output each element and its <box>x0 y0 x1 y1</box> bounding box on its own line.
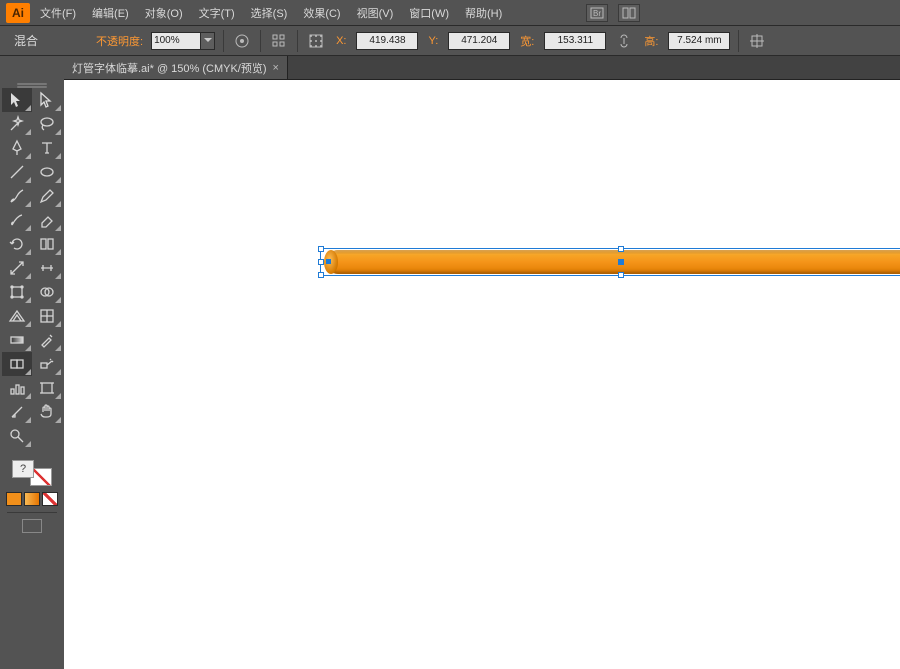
reflect-tool[interactable] <box>32 232 62 256</box>
transform-ref-icon[interactable] <box>306 31 326 51</box>
canvas-area[interactable] <box>64 80 900 669</box>
screen-mode-button[interactable] <box>22 519 42 533</box>
isolate-icon[interactable] <box>747 31 767 51</box>
menu-view[interactable]: 视图(V) <box>351 2 400 24</box>
eraser-tool[interactable] <box>32 208 62 232</box>
align-panel-icon[interactable] <box>269 31 289 51</box>
gradient-tool[interactable] <box>2 328 32 352</box>
handle-tl[interactable] <box>318 246 324 252</box>
recolor-icon[interactable] <box>232 31 252 51</box>
handle-bl[interactable] <box>318 272 324 278</box>
scale-tool[interactable] <box>2 256 32 280</box>
zoom-tool[interactable] <box>2 424 32 448</box>
menu-select[interactable]: 选择(S) <box>245 2 294 24</box>
artboard-tool[interactable] <box>32 376 62 400</box>
y-label: Y: <box>428 35 438 47</box>
menu-effect[interactable]: 效果(C) <box>297 2 346 24</box>
fill-stroke-swatches[interactable]: ? <box>10 458 54 488</box>
free-transform-tool[interactable] <box>2 280 32 304</box>
hand-tool[interactable] <box>32 400 62 424</box>
document-tab-title: 灯管字体临摹.ai* @ 150% (CMYK/预览) <box>72 60 267 76</box>
selection-tool[interactable] <box>2 88 32 112</box>
shape-builder-tool[interactable] <box>32 280 62 304</box>
opacity-input[interactable] <box>151 32 201 50</box>
menu-help[interactable]: 帮助(H) <box>459 2 508 24</box>
width-tool[interactable] <box>32 256 62 280</box>
h-input[interactable] <box>668 32 730 50</box>
menu-type[interactable]: 文字(T) <box>193 2 241 24</box>
direct-selection-tool[interactable] <box>32 88 62 112</box>
menu-edit[interactable]: 编辑(E) <box>86 2 135 24</box>
x-label: X: <box>336 35 346 47</box>
tools-panel: ? <box>0 80 64 669</box>
anchor-left[interactable] <box>326 259 331 264</box>
app-logo: Ai <box>6 3 30 23</box>
x-input[interactable] <box>356 32 418 50</box>
color-mode-row <box>6 492 58 506</box>
ellipse-tool[interactable] <box>32 160 62 184</box>
color-gradient[interactable] <box>24 492 40 506</box>
perspective-grid-tool[interactable] <box>2 304 32 328</box>
opacity-label: 不透明度: <box>96 33 143 49</box>
color-solid[interactable] <box>6 492 22 506</box>
rotate-tool[interactable] <box>2 232 32 256</box>
tube-body <box>326 250 900 274</box>
document-tab-close[interactable]: × <box>273 62 279 74</box>
column-graph-tool[interactable] <box>2 376 32 400</box>
selected-object[interactable] <box>320 248 900 276</box>
opacity-dropdown[interactable] <box>201 32 215 50</box>
tools-grip[interactable] <box>2 80 62 88</box>
slice-tool[interactable] <box>2 400 32 424</box>
blob-brush-tool[interactable] <box>2 208 32 232</box>
y-input[interactable] <box>448 32 510 50</box>
menu-window[interactable]: 窗口(W) <box>403 2 455 24</box>
menu-bar: Ai 文件(F) 编辑(E) 对象(O) 文字(T) 选择(S) 效果(C) 视… <box>0 0 900 26</box>
color-none[interactable] <box>42 492 58 506</box>
arrange-documents-button[interactable] <box>618 4 640 22</box>
w-label: 宽: <box>520 33 534 49</box>
paintbrush-tool[interactable] <box>2 184 32 208</box>
link-wh-icon[interactable] <box>614 31 634 51</box>
eyedropper-tool[interactable] <box>32 328 62 352</box>
menu-object[interactable]: 对象(O) <box>139 2 189 24</box>
type-tool[interactable] <box>32 136 62 160</box>
document-tab-bar: 灯管字体临摹.ai* @ 150% (CMYK/预览) × <box>64 56 900 80</box>
h-label: 高: <box>644 33 658 49</box>
pencil-tool[interactable] <box>32 184 62 208</box>
mesh-tool[interactable] <box>32 304 62 328</box>
fill-swatch[interactable]: ? <box>12 460 34 478</box>
document-tab[interactable]: 灯管字体临摹.ai* @ 150% (CMYK/预览) × <box>64 56 288 79</box>
blend-tool[interactable] <box>2 352 32 376</box>
line-tool[interactable] <box>2 160 32 184</box>
blend-mode-label: 混合 <box>4 30 38 50</box>
magic-wand-tool[interactable] <box>2 112 32 136</box>
menu-file[interactable]: 文件(F) <box>34 2 82 24</box>
bridge-button[interactable]: Br <box>586 4 608 22</box>
w-input[interactable] <box>544 32 606 50</box>
options-bar: 不透明度: X: Y: 宽: 高: <box>0 26 900 56</box>
symbol-sprayer-tool[interactable] <box>32 352 62 376</box>
lasso-tool[interactable] <box>32 112 62 136</box>
pen-tool[interactable] <box>2 136 32 160</box>
artboard[interactable] <box>64 80 900 669</box>
svg-text:Br: Br <box>593 9 601 18</box>
